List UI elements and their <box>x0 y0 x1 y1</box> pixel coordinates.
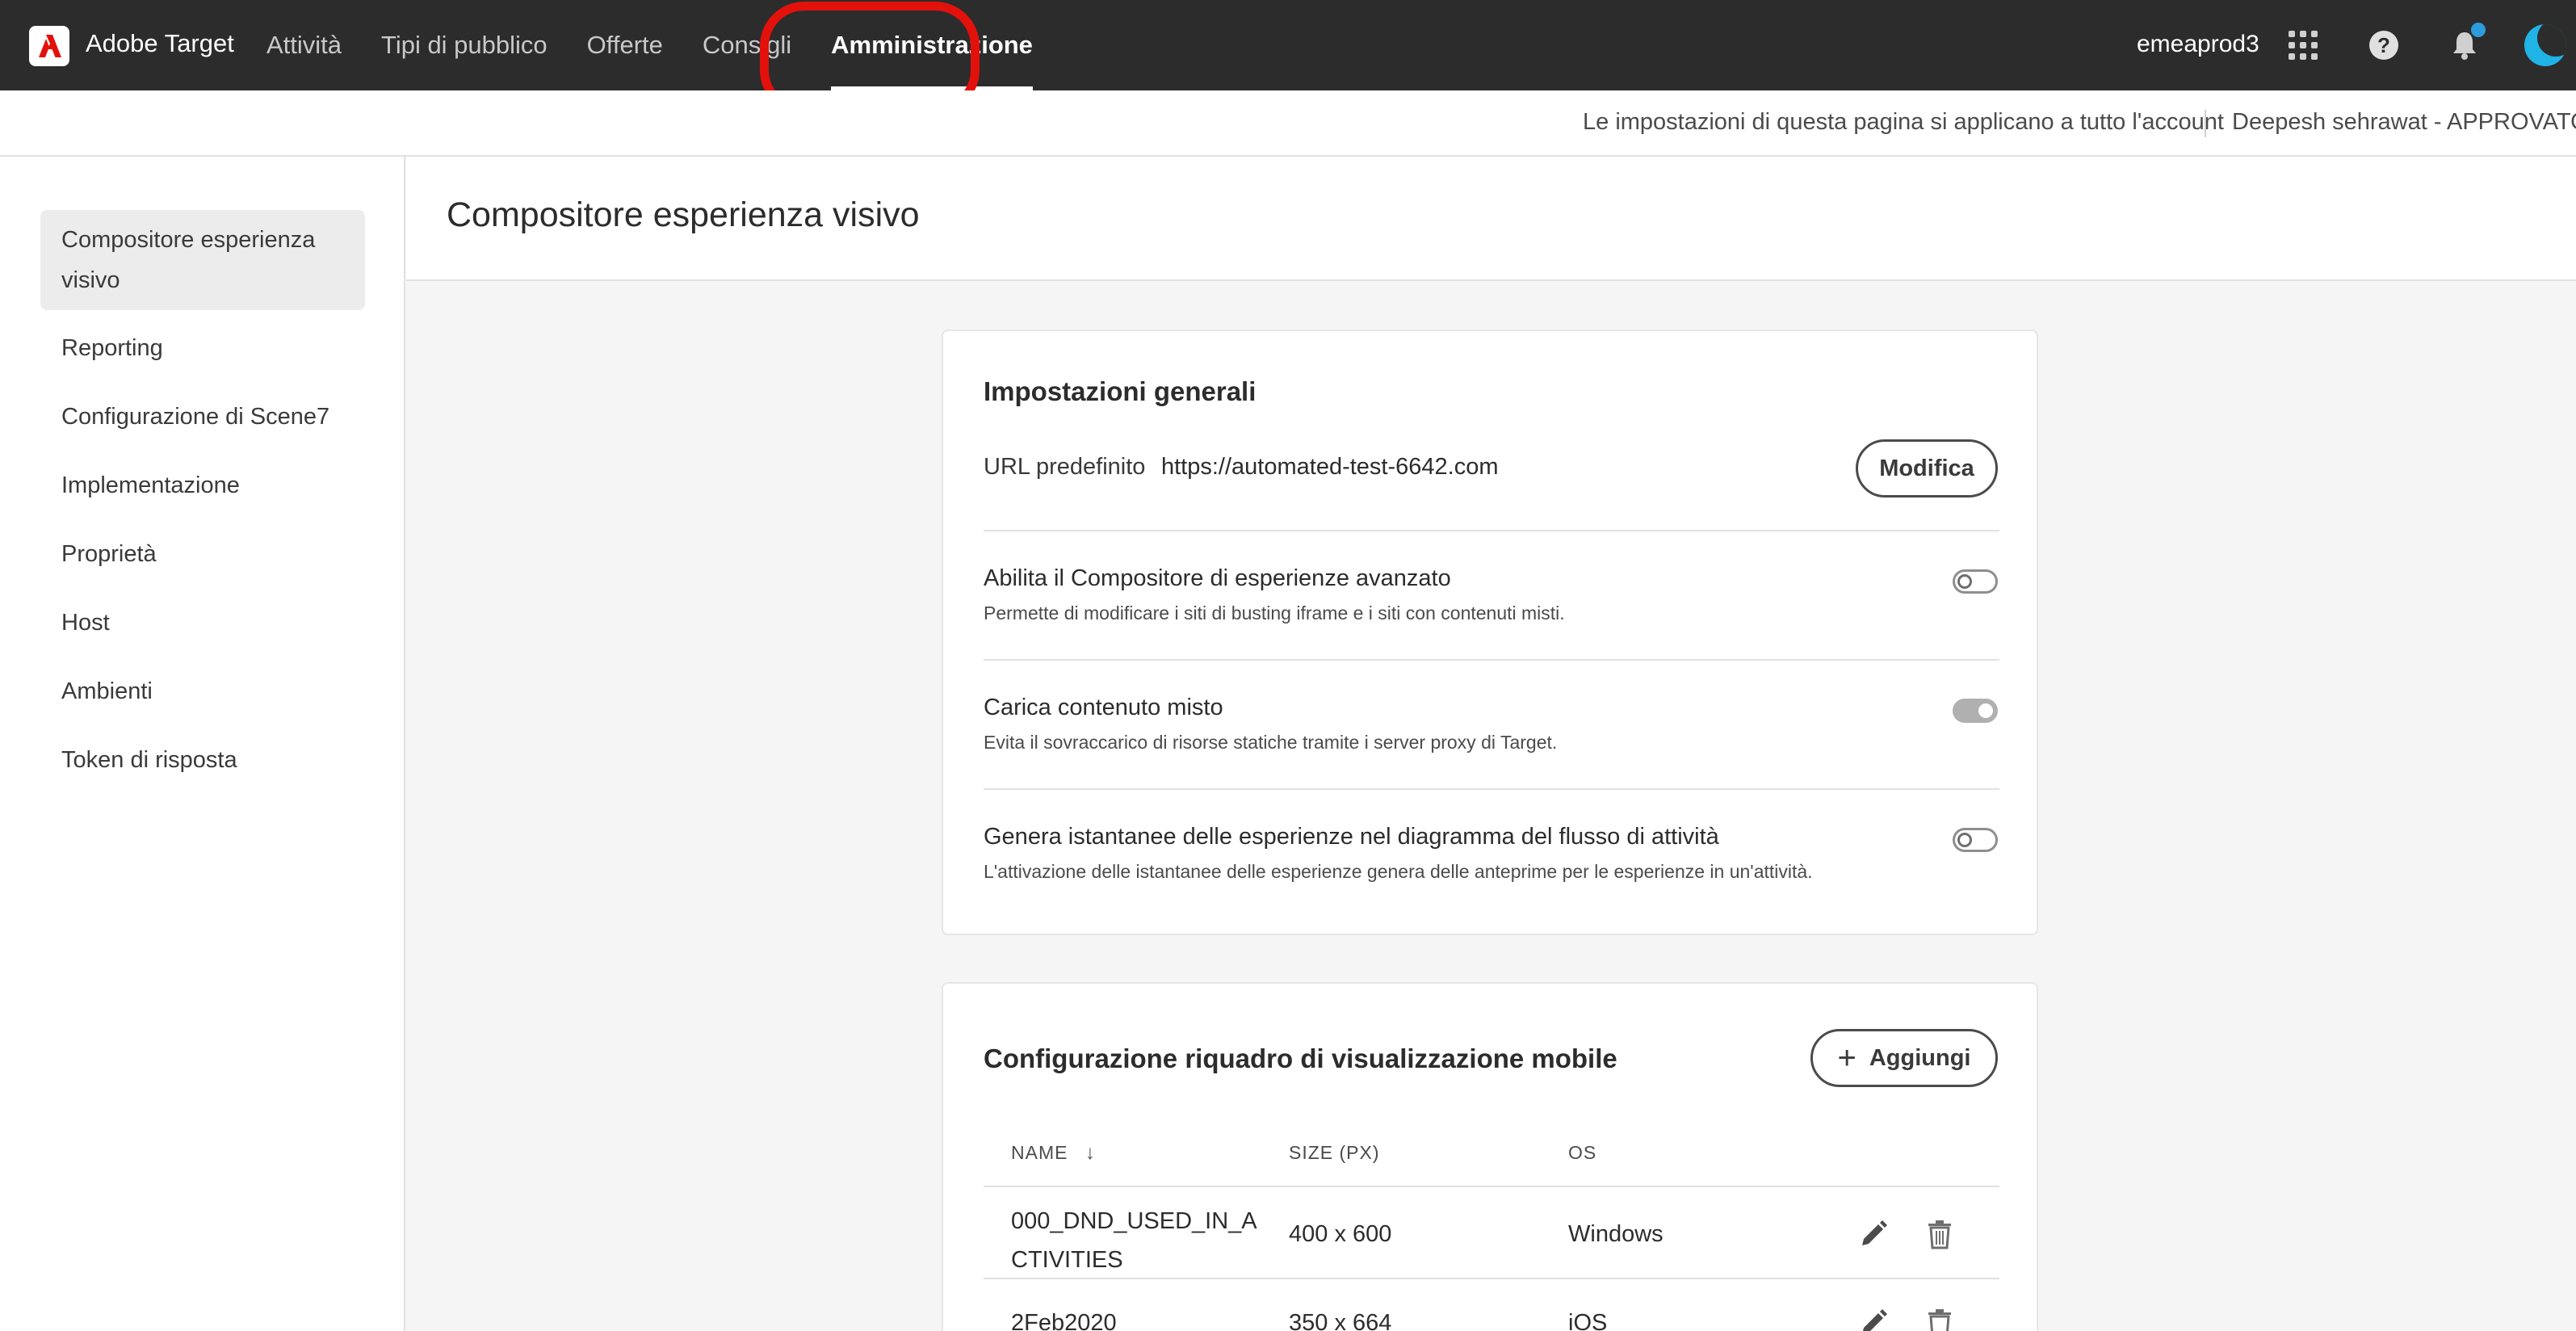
divider <box>984 659 1999 661</box>
notification-badge <box>2469 21 2487 39</box>
sidebar-item-reporting[interactable]: Reporting <box>40 328 365 368</box>
nav-consigli[interactable]: Consigli <box>703 0 791 90</box>
column-header-os: OS <box>1568 1142 1597 1163</box>
nav-offerte[interactable]: Offerte <box>587 0 663 90</box>
user-role: Deepesh sehrawat - APPROVATORE <box>2232 109 2576 135</box>
sidebar-item-properties[interactable]: Proprietà <box>40 534 365 574</box>
settings-sidebar: Compositore esperienza visivo Reporting … <box>0 157 405 1331</box>
default-url-label: URL predefinito <box>984 454 1146 480</box>
sort-descending-icon[interactable]: ↓ <box>1085 1142 1096 1164</box>
account-scope-note: Le impostazioni di questa pagina si appl… <box>1583 109 2224 135</box>
account-switcher[interactable]: emeaprod3 <box>2137 31 2259 58</box>
add-viewport-button[interactable]: + Aggiungi <box>1810 1029 1998 1087</box>
column-header-size: SIZE (PX) <box>1289 1142 1380 1163</box>
edit-pencil-icon[interactable] <box>1857 1218 1890 1250</box>
add-viewport-label: Aggiungi <box>1869 1044 1971 1071</box>
apps-grid-icon[interactable] <box>2289 31 2318 60</box>
setting-advanced-composer-title: Abilita il Compositore di esperienze ava… <box>984 565 1451 591</box>
avatar[interactable] <box>2524 24 2566 66</box>
nav-attivita[interactable]: Attività <box>266 0 342 90</box>
sidebar-item-hosts[interactable]: Host <box>40 603 365 643</box>
top-navigation-bar: Adobe Target Attività Tipi di pubblico O… <box>0 0 2576 90</box>
separator <box>2205 110 2206 137</box>
account-subheader: Le impostazioni di questa pagina si appl… <box>0 90 2576 157</box>
table-row-name: 000_DND_USED_IN_A CTIVITIES <box>1011 1202 1257 1279</box>
general-settings-title: Impostazioni generali <box>984 376 1257 406</box>
general-settings-card: Impostazioni generali URL predefinito ht… <box>942 330 2038 935</box>
setting-snapshots-desc: L'attivazione delle istantanee delle esp… <box>984 861 1813 882</box>
table-row-divider <box>984 1278 1999 1279</box>
sidebar-item-scene7[interactable]: Configurazione di Scene7 <box>40 397 365 437</box>
page-header: Compositore esperienza visivo <box>406 157 2576 281</box>
table-row-name: 2Feb2020 <box>1011 1310 1117 1331</box>
main-nav: Attività Tipi di pubblico Offerte Consig… <box>266 0 1072 90</box>
mixed-content-toggle[interactable] <box>1953 699 1998 723</box>
plus-icon: + <box>1837 1039 1856 1076</box>
table-header-divider <box>984 1186 1999 1187</box>
setting-mixed-content-title: Carica contenuto misto <box>984 695 1223 720</box>
nav-tipi-di-pubblico[interactable]: Tipi di pubblico <box>381 0 548 90</box>
setting-advanced-composer-desc: Permette di modificare i siti di busting… <box>984 603 1565 624</box>
sidebar-item-response-tokens[interactable]: Token di risposta <box>40 740 365 780</box>
edit-url-button[interactable]: Modifica <box>1856 439 1998 498</box>
sidebar-item-implementation[interactable]: Implementazione <box>40 465 365 506</box>
table-row-size: 400 x 600 <box>1289 1221 1392 1247</box>
table-row-os: Windows <box>1568 1221 1663 1247</box>
divider <box>984 788 1999 790</box>
adobe-logo-icon[interactable] <box>29 26 69 66</box>
divider <box>984 530 1999 531</box>
setting-mixed-content-desc: Evita il sovraccarico di risorse statich… <box>984 732 1558 753</box>
page-title: Compositore esperienza visivo <box>447 195 920 234</box>
sidebar-item-vec[interactable]: Compositore esperienza visivo <box>40 210 365 310</box>
app-name[interactable]: Adobe Target <box>86 29 234 58</box>
row-name-line: 000_DND_USED_IN_A <box>1011 1208 1257 1234</box>
table-row-size: 350 x 664 <box>1289 1310 1392 1331</box>
help-icon[interactable]: ? <box>2369 31 2398 60</box>
mobile-viewport-title: Configurazione riquadro di visualizzazio… <box>984 1043 1617 1073</box>
sidebar-item-environments[interactable]: Ambienti <box>40 671 365 712</box>
snapshots-toggle[interactable] <box>1953 828 1998 852</box>
setting-snapshots-title: Genera istantanee delle esperienze nel d… <box>984 824 1719 850</box>
table-row-os: iOS <box>1568 1310 1608 1331</box>
default-url-value: https://automated-test-6642.com <box>1161 454 1499 480</box>
nav-amministrazione[interactable]: Amministrazione <box>831 0 1033 90</box>
row-name-line: CTIVITIES <box>1011 1247 1123 1273</box>
mobile-viewport-card: Configurazione riquadro di visualizzazio… <box>942 982 2038 1331</box>
column-header-name-label: NAME <box>1011 1142 1068 1163</box>
delete-trash-icon[interactable] <box>1924 1307 1956 1331</box>
advanced-composer-toggle[interactable] <box>1953 569 1998 594</box>
edit-pencil-icon[interactable] <box>1857 1307 1890 1331</box>
column-header-name[interactable]: NAME ↓ <box>1011 1142 1096 1165</box>
delete-trash-icon[interactable] <box>1924 1218 1956 1250</box>
